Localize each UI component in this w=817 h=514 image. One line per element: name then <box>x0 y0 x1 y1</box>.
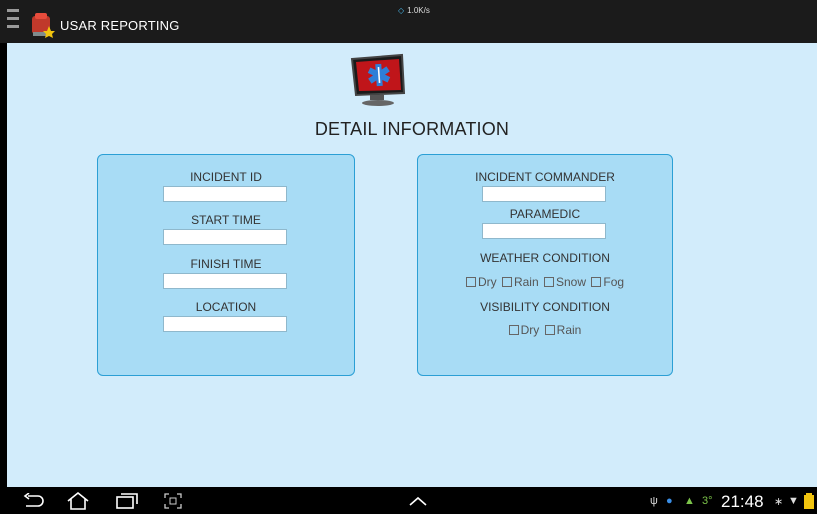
app-logo-icon[interactable] <box>29 10 55 38</box>
weather-checkbox-dry[interactable]: Dry <box>465 275 497 289</box>
menu-icon[interactable] <box>7 9 19 35</box>
system-navigation-bar: ψ ● ▲ 3° 21:48 ∗ ▼ <box>0 487 817 514</box>
weather-condition-label: WEATHER CONDITION <box>480 251 610 265</box>
visibility-options: Dry Rain <box>418 323 672 337</box>
back-icon[interactable] <box>22 493 44 509</box>
app-title: USAR REPORTING <box>60 18 180 33</box>
paramedic-label: PARAMEDIC <box>509 207 581 221</box>
medical-monitor-icon <box>344 49 414 109</box>
page-title: DETAIL INFORMATION <box>314 119 510 139</box>
finish-time-label: FINISH TIME <box>190 257 262 271</box>
android-icon: ▲ <box>684 495 695 507</box>
visibility-option-label: Dry <box>520 323 540 337</box>
checkbox-icon[interactable] <box>591 277 602 287</box>
finish-time-input[interactable] <box>163 273 287 289</box>
location-label: LOCATION <box>195 300 257 314</box>
visibility-checkbox-dry[interactable]: Dry <box>508 323 540 337</box>
weather-checkbox-fog[interactable]: Fog <box>591 275 624 289</box>
checkbox-icon[interactable] <box>465 277 476 287</box>
incident-id-input[interactable] <box>163 186 287 202</box>
weather-options: Dry Rain Snow Fog <box>418 275 672 289</box>
home-icon[interactable] <box>66 492 90 510</box>
wifi-icon: ◇ <box>398 6 405 15</box>
bluetooth-icon: ∗ <box>774 496 784 508</box>
recent-apps-icon[interactable] <box>116 493 138 509</box>
battery-temp: 3° <box>702 495 713 507</box>
network-speed: ◇ 1.0K/s <box>398 6 430 15</box>
main-content: DETAIL INFORMATION INCIDENT ID START TIM… <box>7 43 817 487</box>
network-speed-label: 1.0K/s <box>407 6 430 15</box>
location-input[interactable] <box>163 316 287 332</box>
weather-checkbox-snow[interactable]: Snow <box>543 275 587 289</box>
checkbox-icon[interactable] <box>501 277 512 287</box>
visibility-checkbox-rain[interactable]: Rain <box>544 323 582 337</box>
visibility-option-label: Rain <box>556 323 582 337</box>
incident-details-panel: INCIDENT ID START TIME FINISH TIME LOCAT… <box>97 154 355 376</box>
checkbox-icon[interactable] <box>544 325 555 335</box>
incident-id-label: INCIDENT ID <box>190 170 262 184</box>
visibility-condition-label: VISIBILITY CONDITION <box>480 300 610 314</box>
paramedic-input[interactable] <box>482 223 606 239</box>
wifi-icon: ▼ <box>788 495 799 507</box>
chevron-up-icon[interactable] <box>408 495 428 507</box>
action-bar: USAR REPORTING ◇ 1.0K/s <box>0 0 817 43</box>
weather-option-label: Dry <box>477 275 497 289</box>
incident-commander-label: INCIDENT COMMANDER <box>475 170 615 184</box>
checkbox-icon[interactable] <box>508 325 519 335</box>
weather-option-label: Fog <box>603 275 625 289</box>
start-time-label: START TIME <box>191 213 261 227</box>
weather-option-label: Rain <box>513 275 539 289</box>
start-time-input[interactable] <box>163 229 287 245</box>
screenshot-icon[interactable] <box>164 493 182 509</box>
notification-icon: ● <box>666 495 673 507</box>
conditions-panel: INCIDENT COMMANDER PARAMEDIC WEATHER CON… <box>417 154 673 376</box>
battery-icon <box>804 493 814 509</box>
usb-icon: ψ <box>650 495 658 507</box>
weather-checkbox-rain[interactable]: Rain <box>501 275 539 289</box>
weather-option-label: Snow <box>555 275 587 289</box>
clock: 21:48 <box>721 492 764 511</box>
checkbox-icon[interactable] <box>543 277 554 287</box>
incident-commander-input[interactable] <box>482 186 606 202</box>
